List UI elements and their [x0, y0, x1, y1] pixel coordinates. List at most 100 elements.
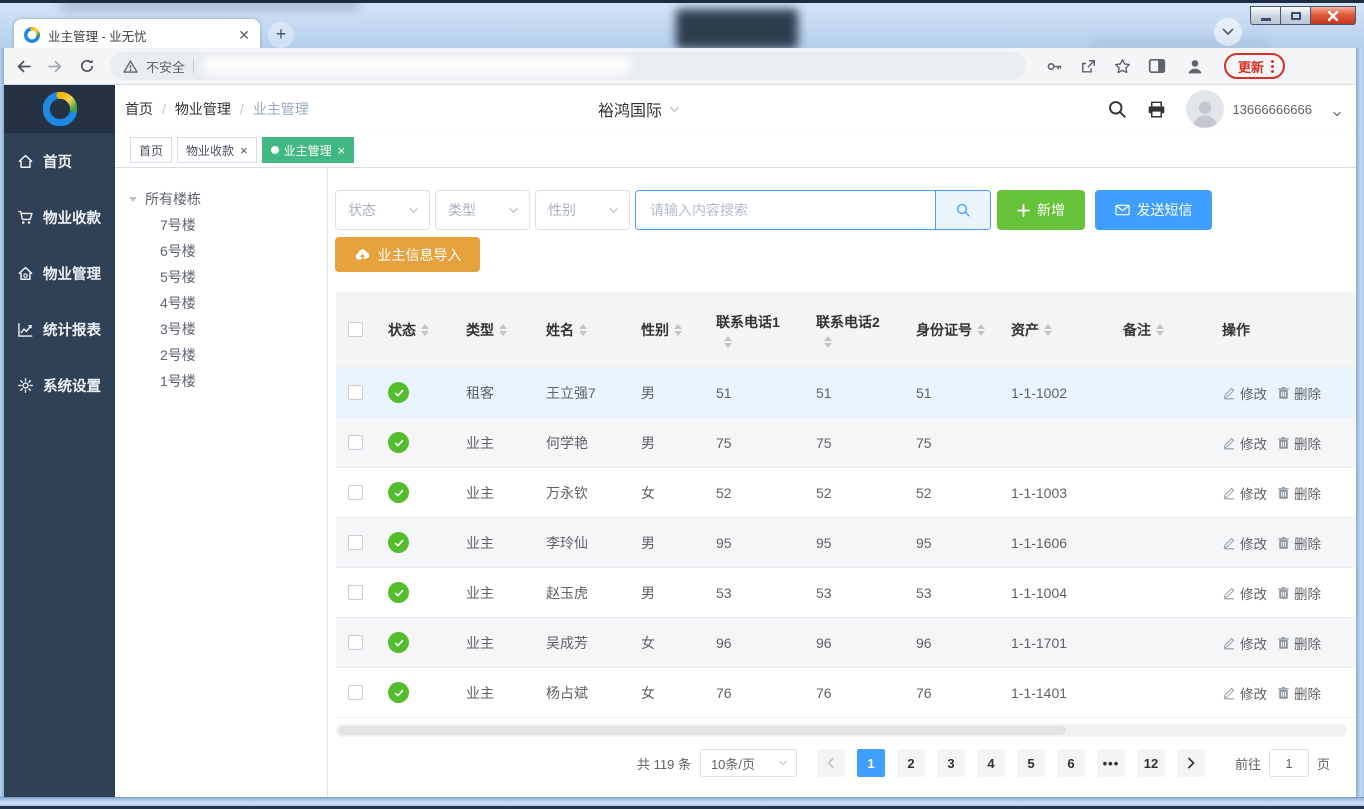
table-row[interactable]: 业主何学艳男757575修改删除 [336, 418, 1355, 468]
search-button[interactable] [935, 191, 990, 229]
sidebar-item-settings[interactable]: 系统设置 [4, 357, 115, 413]
delete-button[interactable]: 删除 [1277, 383, 1321, 403]
status-filter-select[interactable]: 状态 [335, 190, 430, 230]
delete-button[interactable]: 删除 [1277, 433, 1321, 453]
row-checkbox[interactable] [348, 635, 363, 650]
sort-icon[interactable] [824, 336, 832, 348]
import-button[interactable]: 业主信息导入 [335, 237, 480, 272]
search-input[interactable] [636, 191, 935, 229]
building-tree-root[interactable]: 所有楼栋 [115, 186, 327, 212]
scrollbar-thumb[interactable] [338, 726, 1066, 735]
delete-button[interactable]: 删除 [1277, 683, 1321, 703]
maximize-button[interactable] [1280, 6, 1310, 25]
table-row[interactable]: 租客王立强7男5151511-1-1002修改删除 [336, 368, 1355, 418]
new-tab-button[interactable]: + [268, 22, 294, 48]
tab-payments[interactable]: 物业收款× [177, 137, 257, 163]
column-header-6[interactable]: 身份证号 [904, 292, 999, 367]
pagination-page-12[interactable]: 12 [1137, 749, 1165, 777]
tree-item-4[interactable]: 4号楼 [115, 290, 327, 316]
pagination-page-1[interactable]: 1 [857, 749, 885, 777]
tab-strip-chevron-icon[interactable] [1214, 18, 1242, 46]
column-header-5[interactable]: 联系电话2 [804, 292, 904, 367]
gender-filter-select[interactable]: 性别 [535, 190, 630, 230]
sort-icon[interactable] [421, 324, 429, 336]
community-selector[interactable]: 裕鸿国际 [598, 85, 680, 133]
profile-icon[interactable] [1183, 54, 1207, 78]
column-header-4[interactable]: 联系电话1 [704, 292, 804, 367]
delete-button[interactable]: 删除 [1277, 483, 1321, 503]
horizontal-scrollbar[interactable] [336, 724, 1347, 737]
edit-button[interactable]: 修改 [1222, 683, 1267, 703]
row-checkbox[interactable] [348, 585, 363, 600]
tree-item-2[interactable]: 6号楼 [115, 238, 327, 264]
column-header-8[interactable]: 备注 [1111, 292, 1210, 367]
pagination-page-5[interactable]: 5 [1017, 749, 1045, 777]
tab-home[interactable]: 首页 [130, 137, 172, 163]
tab-close-icon[interactable]: × [338, 143, 346, 158]
edit-button[interactable]: 修改 [1222, 533, 1267, 553]
table-row[interactable]: 业主李玲仙男9595951-1-1606修改删除 [336, 518, 1355, 568]
prev-page-button[interactable] [817, 749, 845, 777]
share-icon[interactable] [1080, 58, 1097, 75]
column-header-0[interactable]: 状态 [376, 292, 454, 367]
table-row[interactable]: 业主吴成芳女9696961-1-1701修改删除 [336, 618, 1355, 668]
row-checkbox[interactable] [348, 485, 363, 500]
tree-item-1[interactable]: 7号楼 [115, 212, 327, 238]
delete-button[interactable]: 删除 [1277, 633, 1321, 653]
breadcrumb-item-1[interactable]: 物业管理 [175, 99, 231, 119]
tab-close-icon[interactable]: ✕ [238, 27, 250, 44]
browser-tab[interactable]: 业主管理 - 业无忧 ✕ [14, 19, 260, 48]
pagination-page-3[interactable]: 3 [937, 749, 965, 777]
row-checkbox[interactable] [348, 385, 363, 400]
page-size-select[interactable]: 10条/页 [700, 749, 797, 777]
app-logo[interactable] [4, 85, 115, 133]
tree-item-7[interactable]: 1号楼 [115, 368, 327, 394]
pagination-more-button[interactable]: ••• [1097, 749, 1125, 777]
row-checkbox[interactable] [348, 535, 363, 550]
reload-button[interactable] [74, 53, 100, 79]
key-icon[interactable] [1046, 58, 1063, 75]
column-header-2[interactable]: 姓名 [534, 292, 629, 367]
minimize-button[interactable] [1250, 6, 1280, 25]
table-row[interactable]: 业主万永钦女5252521-1-1003修改删除 [336, 468, 1355, 518]
row-checkbox[interactable] [348, 435, 363, 450]
tree-item-3[interactable]: 5号楼 [115, 264, 327, 290]
user-avatar[interactable] [1186, 90, 1224, 128]
edit-button[interactable]: 修改 [1222, 583, 1267, 603]
breadcrumb-item-0[interactable]: 首页 [125, 99, 153, 119]
next-page-button[interactable] [1177, 749, 1205, 777]
pagination-page-6[interactable]: 6 [1057, 749, 1085, 777]
delete-button[interactable]: 删除 [1277, 533, 1321, 553]
sort-icon[interactable] [977, 324, 985, 336]
url-bar[interactable]: 不安全 [110, 52, 1026, 80]
row-checkbox[interactable] [348, 685, 363, 700]
type-filter-select[interactable]: 类型 [435, 190, 530, 230]
user-menu-caret-icon[interactable] [1332, 111, 1342, 117]
select-all-checkbox[interactable] [348, 322, 363, 337]
edit-button[interactable]: 修改 [1222, 433, 1267, 453]
goto-page-input[interactable] [1269, 749, 1309, 777]
column-header-1[interactable]: 类型 [454, 292, 534, 367]
header-search-icon[interactable] [1107, 99, 1127, 119]
column-header-3[interactable]: 性别 [629, 292, 704, 367]
sort-icon[interactable] [499, 324, 507, 336]
sort-icon[interactable] [1156, 324, 1164, 336]
close-button[interactable] [1310, 6, 1356, 25]
send-sms-button[interactable]: 发送短信 [1095, 190, 1212, 230]
browser-menu-icon[interactable] [1271, 60, 1274, 73]
tree-item-6[interactable]: 2号楼 [115, 342, 327, 368]
sort-icon[interactable] [579, 324, 587, 336]
edit-button[interactable]: 修改 [1222, 483, 1267, 503]
pagination-page-4[interactable]: 4 [977, 749, 1005, 777]
back-button[interactable] [10, 53, 36, 79]
sidebar-item-reports[interactable]: 统计报表 [4, 301, 115, 357]
star-icon[interactable] [1114, 58, 1131, 75]
tab-owners[interactable]: 业主管理× [262, 137, 355, 163]
tab-close-icon[interactable]: × [240, 143, 248, 158]
table-row[interactable]: 业主赵玉虎男5353531-1-1004修改删除 [336, 568, 1355, 618]
tree-item-5[interactable]: 3号楼 [115, 316, 327, 342]
side-panel-icon[interactable] [1148, 57, 1166, 75]
tree-expand-caret-icon[interactable] [129, 197, 137, 202]
column-header-9[interactable]: 操作 [1210, 292, 1355, 367]
pagination-page-2[interactable]: 2 [897, 749, 925, 777]
